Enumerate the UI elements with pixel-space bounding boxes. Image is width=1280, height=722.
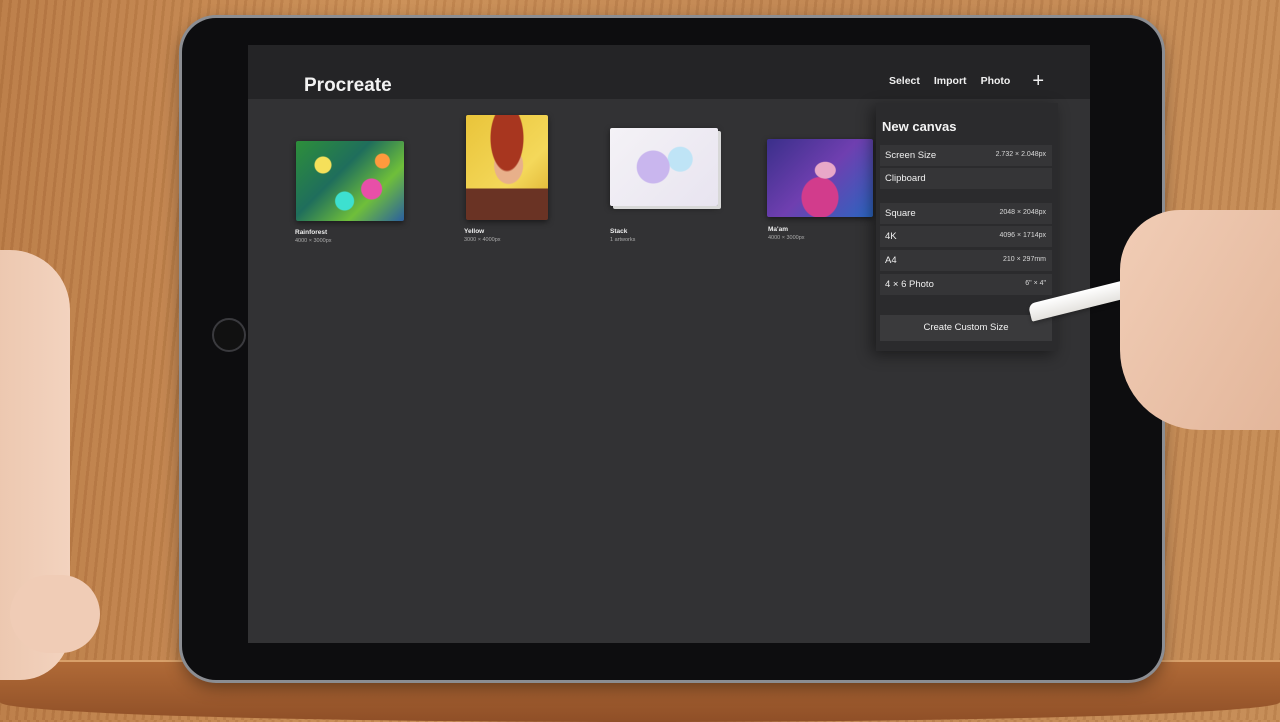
stack-count: 1 artworks [610, 237, 636, 243]
canvas-option-dimensions: 2048 × 2048px [999, 209, 1046, 216]
artwork-name: Rainforest [295, 229, 328, 236]
create-custom-size-button[interactable]: Create Custom Size [880, 315, 1052, 341]
artwork-size: 4000 × 3000px [768, 235, 805, 241]
stack-thumbnail[interactable] [610, 128, 718, 206]
canvas-option-dimensions: 210 × 297mm [1003, 256, 1046, 263]
canvas-option-clipboard[interactable]: Clipboard [880, 168, 1052, 189]
right-hand [1120, 210, 1280, 430]
canvas-option-screen-size[interactable]: Screen Size 2.732 × 2.048px [880, 145, 1052, 166]
artwork-size: 4000 × 3000px [295, 238, 332, 244]
canvas-option-dimensions: 6" × 4" [1025, 280, 1046, 287]
canvas-option-dimensions: 2.732 × 2.048px [995, 151, 1046, 158]
home-button[interactable] [212, 318, 246, 352]
artwork-size: 3000 × 4000px [464, 237, 501, 243]
artwork-name: Ma'am [768, 226, 788, 233]
left-hand-thumb [10, 575, 100, 653]
procreate-screen: Procreate Select Import Photo + Rainfore… [248, 45, 1090, 643]
import-button[interactable]: Import [934, 75, 967, 87]
select-button[interactable]: Select [889, 75, 920, 87]
canvas-option-label: 4 × 6 Photo [885, 279, 934, 290]
canvas-option-4k[interactable]: 4K 4096 × 1714px [880, 226, 1052, 247]
canvas-option-a4[interactable]: A4 210 × 297mm [880, 250, 1052, 271]
canvas-option-label: A4 [885, 255, 897, 266]
canvas-option-label: Square [885, 208, 916, 219]
artwork-thumbnail[interactable] [767, 139, 873, 217]
plus-icon[interactable]: + [1032, 71, 1044, 91]
photo-button[interactable]: Photo [981, 75, 1011, 87]
artwork-name: Yellow [464, 228, 485, 235]
canvas-option-label: 4K [885, 231, 897, 242]
canvas-option-label: Clipboard [885, 173, 926, 184]
artwork-thumbnail[interactable] [296, 141, 404, 221]
app-title: Procreate [304, 75, 392, 96]
canvas-option-4x6-photo[interactable]: 4 × 6 Photo 6" × 4" [880, 274, 1052, 295]
top-actions: Select Import Photo + [889, 71, 1044, 91]
stack-name: Stack [610, 228, 628, 235]
canvas-option-dimensions: 4096 × 1714px [999, 232, 1046, 239]
gallery-top-bar: Procreate Select Import Photo + [248, 45, 1090, 99]
canvas-option-square[interactable]: Square 2048 × 2048px [880, 203, 1052, 224]
new-canvas-title: New canvas [882, 119, 957, 134]
artwork-thumbnail[interactable] [466, 115, 548, 220]
canvas-option-label: Screen Size [885, 150, 937, 161]
